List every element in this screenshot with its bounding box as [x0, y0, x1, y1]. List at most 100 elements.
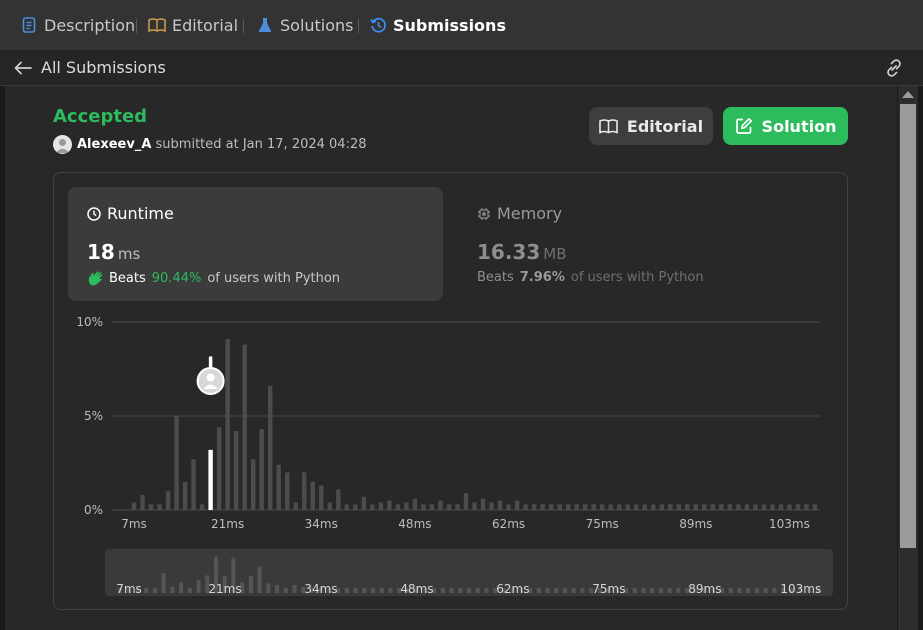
- navigator-bar: [283, 588, 288, 593]
- chart-bar: [438, 500, 443, 510]
- navigator-bar: [763, 588, 768, 593]
- chart-bar: [157, 504, 162, 510]
- chart-bar: [617, 504, 622, 510]
- chart-bar: [446, 504, 452, 510]
- navigator-bar: [440, 588, 445, 593]
- navigator-tick-label: 48ms: [400, 582, 433, 596]
- chart-bar: [463, 493, 469, 510]
- chart-bar: [412, 498, 418, 510]
- chart-bar: [702, 504, 707, 510]
- chart-bar: [327, 502, 332, 510]
- navigator-bar: [161, 573, 166, 593]
- user-marker-head: [206, 373, 215, 382]
- chart-bar: [310, 481, 315, 510]
- chart-bar: [668, 504, 673, 510]
- chart-bar: [250, 459, 256, 510]
- navigator-bar: [737, 588, 742, 593]
- chart-bar: [710, 504, 716, 510]
- chart-bar: [497, 500, 503, 510]
- navigator-bar: [658, 588, 663, 593]
- chart-bar: [165, 491, 171, 510]
- chart-bar: [548, 504, 554, 510]
- chart-bar: [565, 504, 571, 510]
- navigator-bar: [257, 566, 262, 593]
- chart-bar: [642, 504, 647, 510]
- chart-bar: [268, 385, 273, 510]
- chart-bar: [285, 472, 290, 510]
- chart-bar: [353, 504, 358, 510]
- chart-bar: [344, 504, 350, 510]
- navigator-bar: [554, 588, 559, 593]
- chart-bar: [293, 502, 298, 510]
- chart-bar: [182, 481, 188, 510]
- navigator-bar: [746, 588, 751, 593]
- chart-bar: [531, 504, 537, 510]
- navigator-bar: [371, 588, 376, 593]
- chart-bar: [319, 485, 324, 510]
- chart-bar: [744, 504, 750, 510]
- chart-bar: [514, 500, 520, 510]
- navigator-bar: [353, 588, 358, 593]
- chart-bar: [599, 504, 605, 510]
- navigator-bar: [641, 588, 646, 593]
- chart-bar: [225, 338, 230, 510]
- chart-bar: [395, 504, 401, 510]
- navigator-bar: [545, 588, 550, 593]
- navigator-bar: [676, 588, 681, 593]
- y-tick-label: 5%: [84, 409, 103, 423]
- chart-bar: [693, 504, 699, 510]
- chart-bar: [455, 504, 460, 510]
- navigator-bar: [266, 583, 271, 593]
- chart-bar: [582, 504, 588, 510]
- chart-bar: [429, 504, 435, 510]
- x-tick-label: 21ms: [211, 517, 244, 531]
- chart-bar: [761, 504, 767, 510]
- navigator-bar: [170, 587, 175, 593]
- navigator-tick-label: 75ms: [592, 582, 625, 596]
- chart-bar: [685, 504, 690, 510]
- navigator-bar: [248, 575, 253, 593]
- chart-bar: [336, 489, 341, 510]
- chart-bar: [778, 504, 784, 510]
- chart-bar: [557, 504, 562, 510]
- chart-bar: [812, 504, 818, 510]
- chart-bar: [131, 502, 137, 510]
- chart-bar: [387, 500, 392, 510]
- chart-bar: [421, 504, 426, 510]
- chart-bar: [574, 504, 579, 510]
- chart-bar: [302, 472, 307, 510]
- chart-bar: [404, 502, 409, 510]
- navigator-bar: [728, 588, 733, 593]
- highlighted-bar: [208, 449, 213, 510]
- chart-bar: [472, 502, 477, 510]
- navigator-tick-label: 89ms: [688, 582, 721, 596]
- navigator-tick-label: 7ms: [116, 582, 142, 596]
- chart-bar: [174, 416, 179, 510]
- navigator-bar: [379, 588, 384, 593]
- x-tick-label: 62ms: [492, 517, 525, 531]
- navigator-bar: [187, 588, 192, 593]
- x-tick-label: 89ms: [679, 517, 712, 531]
- navigator-bar: [475, 588, 480, 593]
- chart-bar: [480, 498, 486, 510]
- chart-bar: [659, 504, 664, 510]
- navigator-tick-label: 103ms: [780, 582, 821, 596]
- chart-bar: [259, 429, 264, 510]
- navigator-bar: [388, 588, 393, 593]
- navigator-tick-label: 62ms: [496, 582, 529, 596]
- chart-bar: [727, 504, 733, 510]
- navigator-bar: [292, 585, 297, 593]
- chart-bar: [191, 459, 196, 510]
- navigator-bar: [275, 585, 280, 593]
- navigator-bar: [571, 588, 576, 593]
- y-tick-label: 0%: [84, 503, 103, 517]
- chart-bar: [233, 431, 239, 510]
- x-tick-label: 103ms: [769, 517, 810, 531]
- chart-bar: [540, 504, 545, 510]
- navigator-bar: [650, 588, 655, 593]
- chart-bar: [242, 344, 247, 510]
- chart-bar: [787, 504, 792, 510]
- navigator-bar: [179, 582, 184, 593]
- x-tick-label: 34ms: [305, 517, 338, 531]
- navigator-bar: [754, 588, 759, 593]
